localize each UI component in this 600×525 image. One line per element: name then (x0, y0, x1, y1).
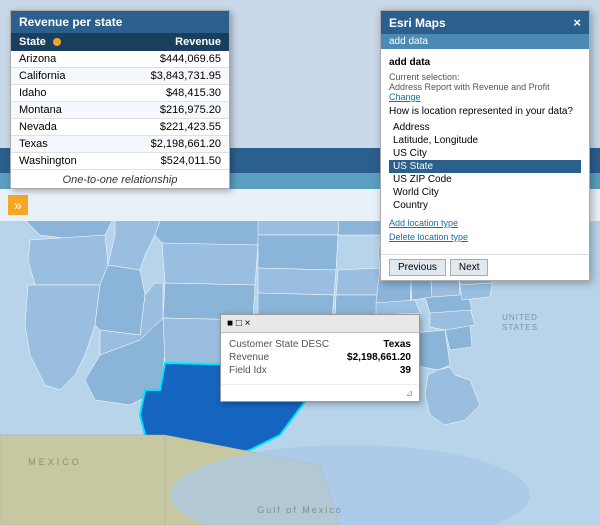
popup-value: $2,198,661.20 (347, 352, 411, 363)
close-button[interactable]: × (573, 15, 581, 30)
arrow-button[interactable]: » (8, 195, 28, 215)
location-option[interactable]: Address (389, 121, 581, 134)
svg-text:UNITED: UNITED (502, 313, 538, 322)
map-popup-header: ■ □ × (221, 315, 419, 333)
table-row: Montana$216,975.20 (11, 102, 229, 119)
popup-row: Revenue $2,198,661.20 (229, 352, 411, 363)
change-link[interactable]: Change (389, 92, 421, 102)
esri-dialog: Esri Maps × add data add data Current se… (380, 10, 590, 281)
revenue-table-title: Revenue per state (11, 11, 229, 33)
col-header-state: State (11, 33, 111, 51)
svg-text:STATES: STATES (502, 323, 538, 332)
esri-dialog-footer: Previous Next (381, 254, 589, 280)
current-selection-label: Current selection: Address Report with R… (389, 72, 581, 102)
map-popup: ■ □ × Customer State DESC Texas Revenue $2,… (220, 314, 420, 402)
location-options: AddressLatitude, LongitudeUS CityUS Stat… (389, 121, 581, 212)
popup-label: Field Idx (229, 365, 267, 376)
popup-row: Customer State DESC Texas (229, 339, 411, 350)
revenue-table: State Revenue Arizona$444,069.65Californ… (11, 33, 229, 170)
revenue-cell: $221,423.55 (111, 119, 229, 136)
state-cell: Texas (11, 136, 111, 153)
location-question: How is location represented in your data… (389, 106, 581, 117)
location-option[interactable]: US ZIP Code (389, 173, 581, 186)
popup-value: Texas (383, 339, 411, 350)
resize-icon: ⊿ (405, 388, 413, 398)
table-row: Arizona$444,069.65 (11, 51, 229, 68)
revenue-cell: $216,975.20 (111, 102, 229, 119)
location-option[interactable]: US City (389, 147, 581, 160)
location-option[interactable]: Country (389, 199, 581, 212)
esri-dialog-header: Esri Maps × (381, 11, 589, 34)
table-row: California$3,843,731.95 (11, 68, 229, 85)
revenue-cell: $524,011.50 (111, 153, 229, 170)
state-cell: Nevada (11, 119, 111, 136)
delete-location-type-link[interactable]: Delete location type (389, 232, 581, 242)
map-popup-body: Customer State DESC Texas Revenue $2,198,66… (221, 333, 419, 384)
location-option[interactable]: US State (389, 160, 581, 173)
revenue-cell: $444,069.65 (111, 51, 229, 68)
revenue-table-container: Revenue per state State Revenue Arizona$… (10, 10, 230, 189)
table-row: Nevada$221,423.55 (11, 119, 229, 136)
svg-text:MEXICO: MEXICO (28, 457, 82, 467)
state-cell: Arizona (11, 51, 111, 68)
revenue-cell: $2,198,661.20 (111, 136, 229, 153)
table-row: Idaho$48,415.30 (11, 85, 229, 102)
table-row: Texas$2,198,661.20 (11, 136, 229, 153)
location-option[interactable]: World City (389, 186, 581, 199)
state-cell: Montana (11, 102, 111, 119)
table-row: Washington$524,011.50 (11, 153, 229, 170)
location-option[interactable]: Latitude, Longitude (389, 134, 581, 147)
add-data-section-title: add data (389, 57, 581, 68)
popup-row: Field Idx 39 (229, 365, 411, 376)
revenue-cell: $3,843,731.95 (111, 68, 229, 85)
popup-value: 39 (400, 365, 411, 376)
state-cell: Idaho (11, 85, 111, 102)
orange-dot (53, 38, 61, 46)
svg-text:Gulf of Mexico: Gulf of Mexico (257, 505, 343, 515)
add-location-type-link[interactable]: Add location type (389, 218, 581, 228)
state-cell: Washington (11, 153, 111, 170)
popup-label: Customer State DESC (229, 339, 329, 350)
relationship-label: One-to-one relationship (11, 170, 229, 188)
map-popup-footer: ⊿ (221, 384, 419, 401)
popup-label: Revenue (229, 352, 269, 363)
revenue-cell: $48,415.30 (111, 85, 229, 102)
esri-dialog-title: Esri Maps (389, 16, 446, 30)
col-header-revenue: Revenue (111, 33, 229, 51)
state-cell: California (11, 68, 111, 85)
popup-controls[interactable]: ■ □ × (227, 318, 250, 329)
previous-button[interactable]: Previous (389, 259, 446, 276)
esri-dialog-body: add data Current selection: Address Repo… (381, 49, 589, 254)
next-button[interactable]: Next (450, 259, 489, 276)
esri-dialog-subheader: add data (381, 34, 589, 49)
